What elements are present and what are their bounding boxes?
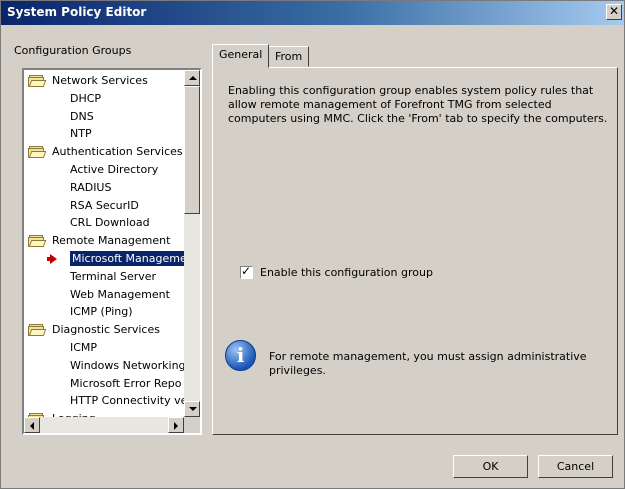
vertical-scroll-thumb[interactable] [184,86,200,214]
folder-icon [28,324,47,337]
scroll-down-button[interactable] [184,401,200,417]
tree-item-label: Microsoft Manageme [70,251,184,266]
tree-child-item[interactable]: NTP [24,125,92,143]
tree-item-label: Authentication Services [52,145,183,159]
horizontal-scrollbar[interactable] [24,417,184,433]
system-policy-editor-window: System Policy Editor ✕ Configuration Gro… [0,0,625,489]
tree-item-label: CRL Download [70,216,150,230]
tree-item-label: ICMP (Ping) [70,305,133,319]
tree-item-label: Remote Management [52,234,171,248]
down-arrow-icon [189,407,197,411]
scrollbar-corner [184,417,200,433]
folder-icon [28,235,47,248]
configuration-groups-tree[interactable]: Network Services DHCP DNS NTP Authentication… [22,68,202,435]
tree-child-item[interactable]: Microsoft Manageme [24,250,184,268]
tree-item-label: Terminal Server [70,269,157,283]
tree-child-item[interactable]: Microsoft Error Repo [24,375,182,393]
info-text: For remote management, you must assign a… [269,350,587,377]
tree-item-label: ICMP [70,341,98,354]
tree-child-item[interactable]: ICMP [24,339,97,357]
tree-item-label: Web Management [70,287,170,301]
cancel-button[interactable]: Cancel [538,455,613,478]
info-icon: i [225,340,256,371]
right-arrow-icon [174,422,178,430]
tree-group-item[interactable]: Diagnostic Services [24,321,160,339]
tree-item-label: RADIUS [70,180,112,194]
window-title: System Policy Editor [7,5,147,19]
description-text: Enabling this configuration group enable… [228,84,608,125]
enable-group-label[interactable]: Enable this configuration group [260,266,433,279]
tree-item-label: Microsoft Error Repo [70,376,182,390]
folder-icon [28,146,47,159]
tree-child-item[interactable]: CRL Download [24,214,150,232]
ok-button[interactable]: OK [453,455,528,478]
title-bar: System Policy Editor ✕ [1,1,624,25]
tree-item-label: DNS [70,109,94,123]
tree-child-item[interactable]: DNS [24,108,94,126]
folder-icon [28,75,47,87]
tree-group-item[interactable]: Remote Management [24,232,170,250]
scroll-up-button[interactable] [184,70,200,86]
general-tab-panel: Enabling this configuration group enable… [212,67,618,435]
tree-group-item[interactable]: Network Services [24,72,148,90]
up-arrow-icon [189,76,197,80]
checkmark-icon: ✓ [241,264,252,278]
tab-general[interactable]: General [212,44,270,68]
tree-items: Network Services DHCP DNS NTP Authentication… [24,70,184,417]
close-button[interactable]: ✕ [606,4,622,20]
enable-group-checkbox[interactable]: ✓ [240,264,253,279]
tree-item-label: HTTP Connectivity ve [70,394,184,408]
configuration-groups-label: Configuration Groups [14,44,132,57]
tree-child-item[interactable]: RSA SecurID [24,197,139,215]
red-arrow-icon [47,254,57,264]
scroll-right-button[interactable] [168,417,184,433]
tree-child-item[interactable]: Active Directory [24,161,158,179]
tree-child-item[interactable]: DHCP [24,90,101,108]
tree-item-label: Active Directory [70,163,159,176]
tree-child-item[interactable]: ICMP (Ping) [24,303,133,321]
scroll-left-button[interactable] [24,417,40,433]
tree-group-item[interactable]: Authentication Services [24,143,183,161]
tree-child-item[interactable]: RADIUS [24,179,111,197]
tree-group-item[interactable]: Logging [24,410,96,417]
tree-item-label: Windows Networking [70,358,184,372]
tree-item-label: Network Services [52,74,148,87]
tree-child-item[interactable]: HTTP Connectivity ve [24,392,184,410]
vertical-scrollbar[interactable] [184,70,200,417]
tree-item-label: DHCP [70,91,102,105]
tree-item-label: RSA SecurID [70,198,139,212]
tree-child-item[interactable]: Web Management [24,286,170,304]
tree-item-label: Diagnostic Services [52,323,160,337]
left-arrow-icon [30,422,34,430]
tab-from[interactable]: From [268,46,310,67]
tree-item-label: NTP [70,127,92,141]
tree-child-item[interactable]: Terminal Server [24,268,156,286]
tree-child-item[interactable]: Windows Networking [24,357,184,375]
